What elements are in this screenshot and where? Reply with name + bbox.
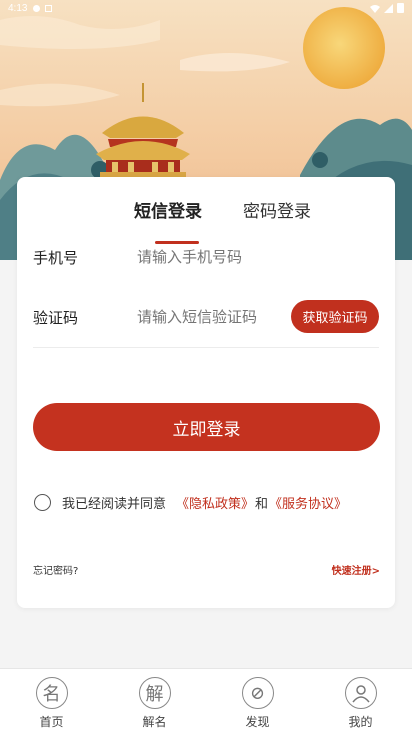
login-button[interactable]: 立即登录 xyxy=(33,403,380,451)
tab-sms-login[interactable]: 短信登录 xyxy=(134,197,202,222)
nav-label: 发现 xyxy=(245,715,270,729)
agreement-radio[interactable] xyxy=(34,493,51,511)
code-row: 验证码 获取验证码 xyxy=(33,297,379,337)
code-label: 验证码 xyxy=(33,308,79,327)
phone-input[interactable] xyxy=(137,239,379,275)
app-notification-icon xyxy=(45,4,53,12)
bottom-nav: 名 首页 解 解名 ⊘ 发现 我的 xyxy=(0,668,412,734)
phone-row: 手机号 xyxy=(33,237,379,277)
phone-label: 手机号 xyxy=(33,248,79,267)
notification-icon xyxy=(33,4,41,12)
forgot-password-link[interactable]: 忘记密码? xyxy=(33,562,78,577)
agreement-text: 我已经阅读并同意 xyxy=(62,496,167,512)
nav-label: 解名 xyxy=(142,715,167,729)
name-seal-icon: 名 xyxy=(35,677,68,709)
nav-item-mine[interactable]: 我的 xyxy=(309,669,412,734)
privacy-policy-link[interactable]: 《隐私政策》 xyxy=(176,493,254,512)
discover-icon: ⊘ xyxy=(241,677,274,709)
nav-item-home[interactable]: 名 首页 xyxy=(0,669,103,734)
nav-label: 我的 xyxy=(348,715,373,729)
quick-register-link[interactable]: 快速注册> xyxy=(332,562,380,577)
profile-icon xyxy=(344,677,377,709)
service-agreement-link[interactable]: 《服务协议》 xyxy=(269,493,347,512)
tab-password-login[interactable]: 密码登录 xyxy=(243,197,311,222)
nav-item-interpret[interactable]: 解 解名 xyxy=(103,669,206,734)
nav-item-discover[interactable]: ⊘ 发现 xyxy=(206,669,309,734)
signal-icon xyxy=(384,3,393,13)
status-icons xyxy=(370,3,404,13)
login-card: 短信登录 密码登录 手机号 验证码 获取验证码 立即登录 我已经阅读并同意 《隐… xyxy=(17,177,395,608)
status-time: 4:13 xyxy=(8,2,28,14)
get-code-button[interactable]: 获取验证码 xyxy=(291,300,379,333)
battery-icon xyxy=(397,3,404,13)
agreement-conjunction: 和 xyxy=(255,496,269,512)
wifi-icon xyxy=(370,4,380,13)
divider xyxy=(33,347,379,348)
agreement-row: 我已经阅读并同意 《隐私政策》 和 《服务协议》 xyxy=(34,492,347,512)
status-bar: 4:13 xyxy=(0,0,412,16)
nav-label: 首页 xyxy=(39,715,64,729)
interpret-icon: 解 xyxy=(138,677,171,709)
login-tabs: 短信登录 密码登录 xyxy=(17,197,395,244)
